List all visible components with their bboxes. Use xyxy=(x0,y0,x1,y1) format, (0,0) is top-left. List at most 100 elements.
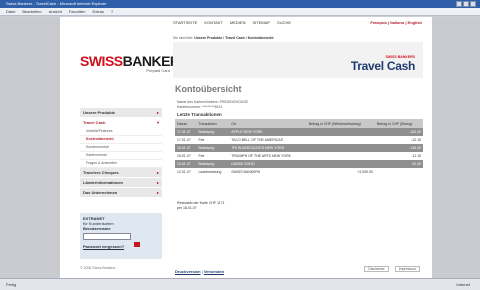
transactions-table: Datum Transaktion Ort Betrag in CHF (Wie… xyxy=(175,119,423,176)
table-cell: -20.00 xyxy=(374,160,423,168)
table-cell: -11.15 xyxy=(374,152,423,160)
sidebar-item-label: Travel Cash xyxy=(83,120,106,125)
balance-date: per 18.01.07 xyxy=(177,206,197,210)
sidebar-subitem-vorteile[interactable]: Vorteile/Features xyxy=(80,128,162,136)
sidebar-subitem-kundenservice[interactable]: Kundenservice xyxy=(80,144,162,152)
sidebar-item-produkte[interactable]: Unsere Produkte ▸ xyxy=(80,108,162,118)
close-icon[interactable] xyxy=(470,1,476,7)
table-cell: -12.15 xyxy=(374,136,423,144)
column-header: Ort xyxy=(229,119,307,128)
chevron-down-icon: ▾ xyxy=(156,120,159,125)
sidebar-item-laender[interactable]: Länderinformationen ▸ xyxy=(80,178,162,188)
table-cell: 15.01.07 xyxy=(175,152,197,160)
sidebar-item-travel-cash[interactable]: Travel Cash ▾ xyxy=(80,118,162,128)
sidebar-subitem-faq[interactable]: Fragen & Antworten xyxy=(80,160,162,168)
sidebar-item-unternehmen[interactable]: Das Unternehmen ▸ xyxy=(80,188,162,198)
table-cell: 13.01.07 xyxy=(175,160,197,168)
sidebar-subitem-kostenuebersicht[interactable]: Kostenübersicht xyxy=(80,136,162,144)
window-titlebar: Swiss Bankers - TravelCash - Microsoft I… xyxy=(0,0,480,8)
login-submit-button[interactable] xyxy=(134,242,140,247)
table-row: 16.01.07 Belastung TRI W ASSOCIATES NEW … xyxy=(175,144,423,152)
disclaimer-link[interactable]: Disclaimer xyxy=(364,266,389,272)
table-cell: TRI W ASSOCIATES NEW YORK xyxy=(229,144,307,152)
menu-item[interactable]: Extras xyxy=(93,8,104,15)
table-cell: Belastung xyxy=(196,144,230,152)
table-cell xyxy=(306,152,375,160)
table-cell: Fee xyxy=(196,152,230,160)
window-controls xyxy=(456,1,476,7)
table-cell: +2,000.00 xyxy=(306,168,375,176)
username-label: Benutzername xyxy=(83,226,111,231)
sidebar-item-label: Das Unternehmen xyxy=(83,190,118,195)
table-row: 17.01.07 Belastung APPLE NEW YORK -163.0… xyxy=(175,128,423,136)
nav-sitemap[interactable]: Sitemap xyxy=(252,20,270,25)
internet-zone: Internet xyxy=(456,282,470,287)
menu-item[interactable]: Ansicht xyxy=(49,8,62,15)
username-input[interactable] xyxy=(83,233,131,240)
travel-cash-banner: SWISS BANKERS Travel Cash xyxy=(173,42,423,78)
column-header: Transaktion xyxy=(196,119,230,128)
table-row: 17.01.07 Fee TACO BELL OF THE AMERICAS -… xyxy=(175,136,423,144)
table-cell: -148.00 xyxy=(374,144,423,152)
table-cell: TACO BELL OF THE AMERICAS xyxy=(229,136,307,144)
window-title: Swiss Bankers - TravelCash - Microsoft I… xyxy=(6,1,107,6)
print-version-link[interactable]: Druckversion xyxy=(175,269,201,274)
sidebar: Unsere Produkte ▸ Travel Cash ▾ Vorteile… xyxy=(80,108,162,198)
table-row: 12.01.07 Ladebelastung SWISS BANKERS +2,… xyxy=(175,168,423,176)
table-cell: 17.01.07 xyxy=(175,128,197,136)
table-cell: Belastung xyxy=(196,128,230,136)
nav-kontakt[interactable]: Kontakt xyxy=(204,20,223,25)
breadcrumb: Sie sind hier: Unsere Produkte / Travel … xyxy=(173,34,423,42)
section-title: Letzte Transaktionen xyxy=(177,112,222,117)
main-content: Sie sind hier: Unsere Produkte / Travel … xyxy=(173,34,423,274)
status-text: Fertig xyxy=(6,282,17,287)
table-cell: Ladebelastung xyxy=(196,168,230,176)
chevron-right-icon: ▸ xyxy=(156,110,159,115)
sidebar-item-label: Länderinformationen xyxy=(83,180,124,185)
sidebar-item-label: Unsere Produkte xyxy=(83,110,116,115)
nav-medien[interactable]: Medien xyxy=(230,20,246,25)
table-cell: DANSK SOHO xyxy=(229,160,307,168)
web-page: Startseite Kontakt Medien Sitemap Suche … xyxy=(60,17,432,278)
minimize-icon[interactable] xyxy=(456,1,462,7)
sidebar-item-travelers-cheques[interactable]: Travelers Cheques ▸ xyxy=(80,168,162,178)
card-meta: Name des Karteninhabers: PREDINGHOUSE Ka… xyxy=(177,100,248,110)
menu-item[interactable]: Datei xyxy=(6,8,15,15)
card-number: Kartennummer: *********3024 xyxy=(177,105,223,109)
column-header: Betrag in CHF (Wiederaufladung) xyxy=(306,119,375,128)
chevron-right-icon: ▸ xyxy=(156,190,159,195)
menu-item[interactable]: Bearbeiten xyxy=(22,8,41,15)
send-link[interactable]: Versenden xyxy=(204,269,224,274)
table-cell: SWISS BANKERS xyxy=(229,168,307,176)
footer-links: Disclaimer Impressum xyxy=(364,266,420,272)
extranet-login: EXTRANET für Kundenkarten Benutzername P… xyxy=(80,213,162,259)
language-switcher[interactable]: Français | Italiano | English xyxy=(370,20,422,25)
page-actions: Druckversion | Versenden xyxy=(175,269,225,274)
footer-copyright: © 2006 Swiss Bankers xyxy=(80,266,116,270)
maximize-icon[interactable] xyxy=(463,1,469,7)
nav-suche[interactable]: Suche xyxy=(277,20,291,25)
table-cell xyxy=(306,160,375,168)
swiss-bankers-logo[interactable]: SWISSBANKERS Prepaid Card xyxy=(80,53,189,73)
balance-info: Restsaldo der Karte CHF 1171 per 18.01.0… xyxy=(177,201,225,211)
table-cell: 17.01.07 xyxy=(175,136,197,144)
browser-viewport: Startseite Kontakt Medien Sitemap Suche … xyxy=(0,17,480,278)
sidebar-subitem-kartenverlust[interactable]: Kartenverlust xyxy=(80,152,162,160)
table-cell xyxy=(306,144,375,152)
travel-cash-logo: SWISS BANKERS Travel Cash xyxy=(351,55,415,73)
menu-item[interactable]: ? xyxy=(111,8,113,15)
travel-cash-logo-big: Travel Cash xyxy=(350,59,415,73)
status-bar: Fertig Internet xyxy=(0,278,480,290)
table-cell xyxy=(374,168,423,176)
table-cell xyxy=(306,128,375,136)
impressum-link[interactable]: Impressum xyxy=(394,266,420,272)
table-cell xyxy=(306,136,375,144)
menu-item[interactable]: Favoriten xyxy=(69,8,86,15)
chevron-right-icon: ▸ xyxy=(156,170,159,175)
breadcrumb-path[interactable]: Unsere Produkte / Travel Cash / Kontoübe… xyxy=(194,36,273,40)
table-cell: 16.01.07 xyxy=(175,144,197,152)
nav-startseite[interactable]: Startseite xyxy=(173,20,197,25)
logo-swiss: SWISS xyxy=(80,53,123,69)
forgot-password-link[interactable]: Passwort vergessen? xyxy=(83,244,159,249)
breadcrumb-prefix: Sie sind hier: xyxy=(173,36,194,40)
